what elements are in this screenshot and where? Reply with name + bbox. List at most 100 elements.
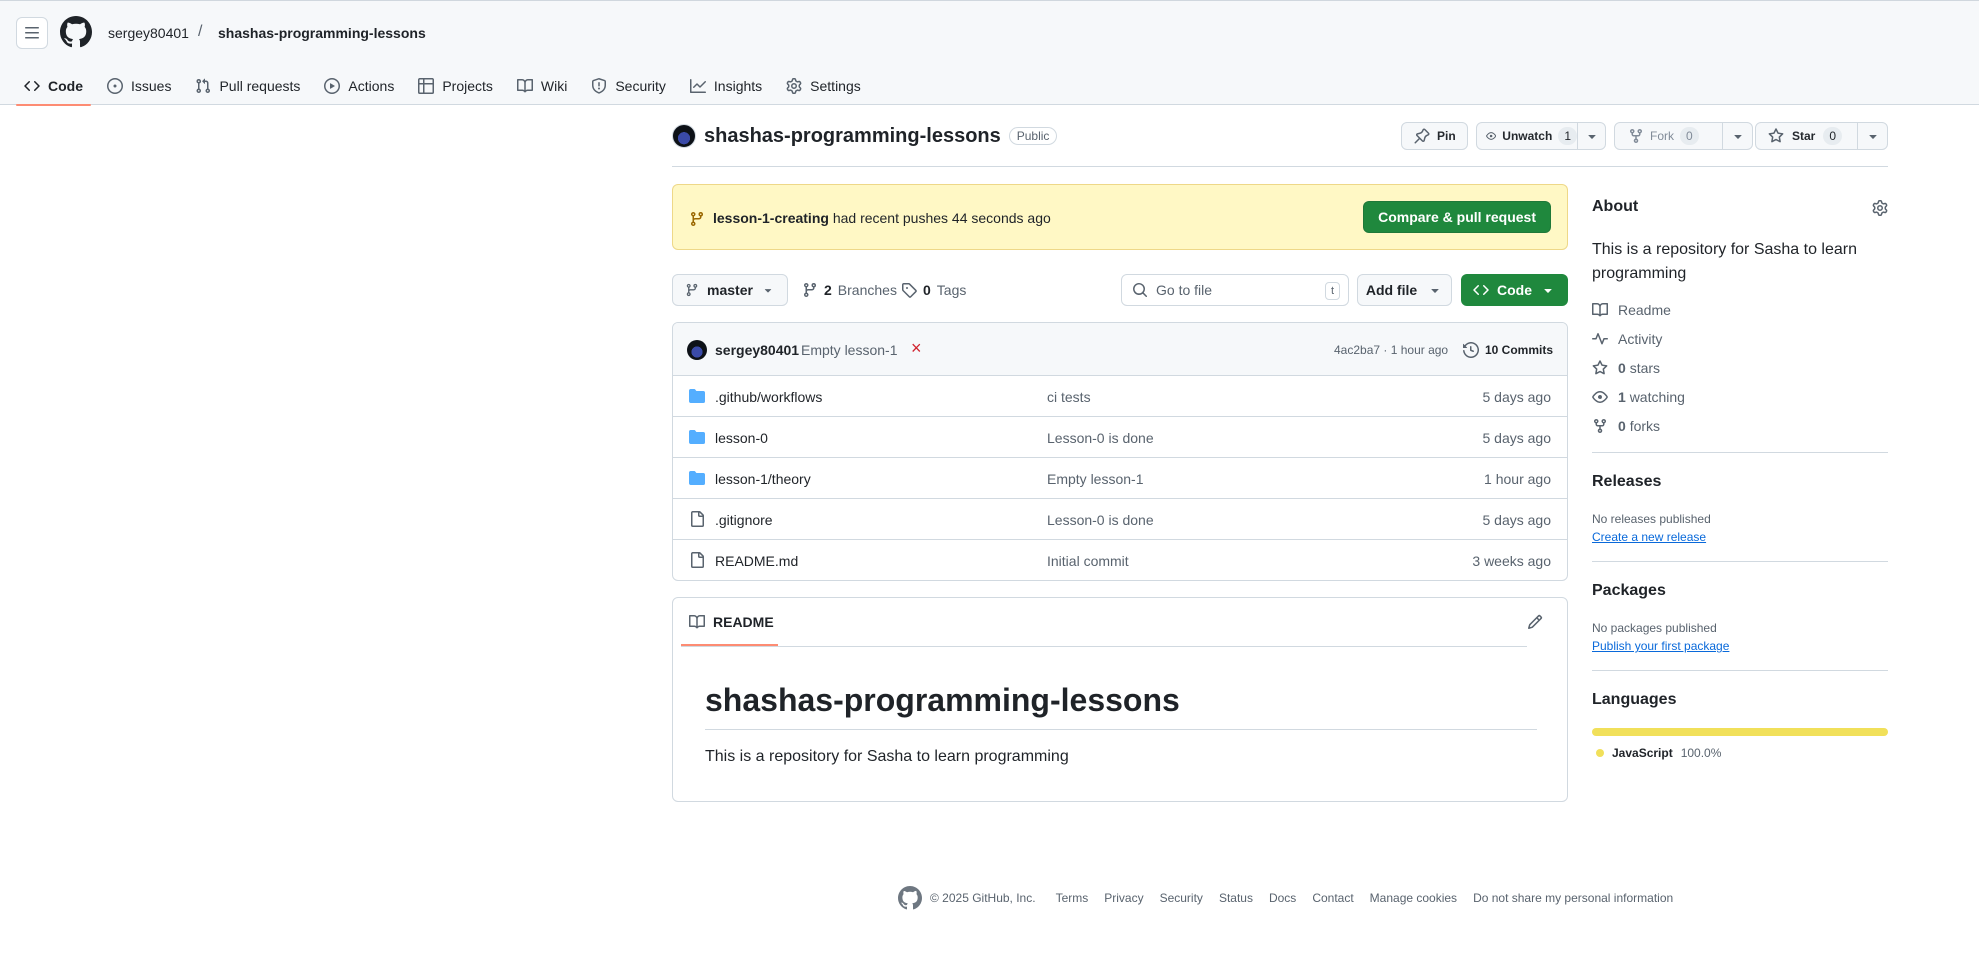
readme-body: This is a repository for Sasha to learn …	[705, 748, 1069, 765]
commit-hash-time[interactable]: 4ac2ba7 · 1 hour ago	[1334, 343, 1448, 357]
forks-link[interactable]: 0 forks	[1592, 418, 1660, 434]
commit-author[interactable]: sergey80401	[715, 342, 799, 358]
menu-button[interactable]	[16, 17, 48, 49]
branches-link[interactable]: 2 Branches	[802, 282, 897, 298]
github-logo-icon[interactable]	[60, 16, 92, 48]
commit-status-fail-icon[interactable]: ×	[911, 338, 922, 359]
table-row[interactable]: .github/workflows ci tests 5 days ago	[673, 376, 1567, 417]
footer-link-security[interactable]: Security	[1160, 891, 1203, 905]
code-label: Code	[1497, 282, 1532, 298]
star-label: Star	[1792, 129, 1816, 143]
divider	[1592, 452, 1888, 453]
code-button[interactable]: Code	[1461, 274, 1568, 306]
pin-button[interactable]: Pin	[1401, 122, 1468, 150]
tab-code[interactable]: Code	[16, 67, 91, 106]
packages-title[interactable]: Packages	[1592, 582, 1666, 600]
star-dropdown[interactable]	[1857, 123, 1887, 149]
breadcrumb-repo[interactable]: shashas-programming-lessons	[218, 25, 426, 41]
tab-issues[interactable]: Issues	[99, 67, 179, 105]
pin-label: Pin	[1437, 129, 1456, 143]
code-icon	[24, 81, 40, 91]
releases-title[interactable]: Releases	[1592, 473, 1661, 491]
github-logo-icon[interactable]	[898, 886, 922, 910]
tab-label: Insights	[713, 78, 763, 94]
watch-dropdown[interactable]	[1577, 123, 1605, 149]
watching-link[interactable]: 1 watching	[1592, 389, 1685, 405]
footer-link-manage-cookies[interactable]: Manage cookies	[1370, 891, 1457, 905]
file-age: 3 weeks ago	[1472, 553, 1551, 569]
publish-package-link[interactable]: Publish your first package	[1592, 639, 1729, 653]
table-row[interactable]: README.md Initial commit 3 weeks ago	[673, 540, 1567, 580]
file-name[interactable]: README.md	[715, 553, 798, 569]
footer-link-status[interactable]: Status	[1219, 891, 1253, 905]
tab-security[interactable]: Security	[583, 67, 674, 105]
file-name[interactable]: lesson-0	[715, 430, 768, 446]
releases-empty-text: No releases published	[1592, 512, 1711, 526]
file-icon	[691, 552, 704, 568]
book-icon	[1592, 302, 1608, 317]
tab-settings[interactable]: Settings	[778, 67, 869, 105]
commit-message[interactable]: Empty lesson-1	[801, 342, 897, 358]
go-to-file-input[interactable]	[1156, 282, 1316, 298]
file-icon	[691, 511, 704, 527]
file-commit-message[interactable]: Initial commit	[1047, 553, 1129, 569]
footer-link-terms[interactable]: Terms	[1056, 891, 1089, 905]
table-row[interactable]: lesson-1/theory Empty lesson-1 1 hour ag…	[673, 458, 1567, 499]
repo-name[interactable]: shashas-programming-lessons	[704, 125, 1001, 148]
file-commit-message[interactable]: ci tests	[1047, 389, 1091, 405]
gear-icon	[786, 78, 802, 94]
go-to-file-field[interactable]: t	[1121, 274, 1349, 306]
banner-branch[interactable]: lesson-1-creating	[713, 210, 829, 226]
avatar[interactable]	[672, 124, 696, 148]
tab-pull-requests[interactable]: Pull requests	[187, 67, 308, 105]
triangle-down-icon	[1869, 135, 1877, 139]
star-button[interactable]: Star 0	[1755, 122, 1888, 150]
file-name[interactable]: lesson-1/theory	[715, 471, 811, 487]
branch-select[interactable]: master	[672, 274, 788, 306]
file-name[interactable]: .github/workflows	[715, 389, 822, 405]
tab-wiki[interactable]: Wiki	[509, 67, 575, 105]
language-item[interactable]: JavaScript 100.0%	[1596, 746, 1721, 760]
file-commit-message[interactable]: Lesson-0 is done	[1047, 512, 1154, 528]
tab-projects[interactable]: Projects	[410, 67, 501, 105]
commits-history-link[interactable]: 10 Commits	[1463, 342, 1553, 358]
fork-dropdown[interactable]	[1722, 123, 1752, 149]
stars-link[interactable]: 0 stars	[1592, 360, 1660, 376]
activity-link[interactable]: Activity	[1592, 331, 1662, 347]
readme-link[interactable]: Readme	[1592, 302, 1671, 318]
breadcrumb-owner[interactable]: sergey80401	[108, 25, 189, 41]
repo-title: shashas-programming-lessons Public	[672, 124, 1058, 148]
pin-icon	[1414, 128, 1430, 144]
file-age: 5 days ago	[1482, 389, 1552, 405]
unwatch-label: Unwatch	[1502, 129, 1553, 143]
footer-link-docs[interactable]: Docs	[1269, 891, 1296, 905]
file-commit-message[interactable]: Lesson-0 is done	[1047, 430, 1154, 446]
branch-icon	[803, 283, 816, 298]
table-row[interactable]: lesson-0 Lesson-0 is done 5 days ago	[673, 417, 1567, 458]
pencil-icon[interactable]	[1527, 614, 1543, 630]
footer-link-contact[interactable]: Contact	[1312, 891, 1353, 905]
readme-tab[interactable]: README	[681, 598, 778, 646]
tab-actions[interactable]: Actions	[316, 67, 402, 105]
gear-icon[interactable]	[1872, 200, 1888, 216]
eye-icon	[1592, 391, 1608, 403]
tags-link[interactable]: 0 Tags	[901, 282, 966, 298]
tab-label: Actions	[348, 78, 395, 94]
file-commit-message[interactable]: Empty lesson-1	[1047, 471, 1143, 487]
table-row[interactable]: .gitignore Lesson-0 is done 5 days ago	[673, 499, 1567, 540]
languages-title: Languages	[1592, 691, 1677, 708]
create-release-link[interactable]: Create a new release	[1592, 530, 1706, 544]
footer-link-do-not-share[interactable]: Do not share my personal information	[1473, 891, 1673, 905]
fork-button[interactable]: Fork 0	[1614, 122, 1753, 150]
compare-pull-request-button[interactable]: Compare & pull request	[1363, 201, 1551, 233]
play-icon	[324, 78, 341, 94]
file-name[interactable]: .gitignore	[715, 512, 773, 528]
readme-heading: shashas-programming-lessons	[705, 682, 1537, 730]
unwatch-button[interactable]: Unwatch 1	[1476, 122, 1606, 150]
tab-insights[interactable]: Insights	[682, 67, 770, 105]
avatar[interactable]	[687, 340, 707, 360]
footer-link-privacy[interactable]: Privacy	[1104, 891, 1143, 905]
tab-label: Pull requests	[219, 78, 301, 94]
add-file-button[interactable]: Add file	[1357, 274, 1452, 306]
code-icon	[1473, 285, 1489, 295]
